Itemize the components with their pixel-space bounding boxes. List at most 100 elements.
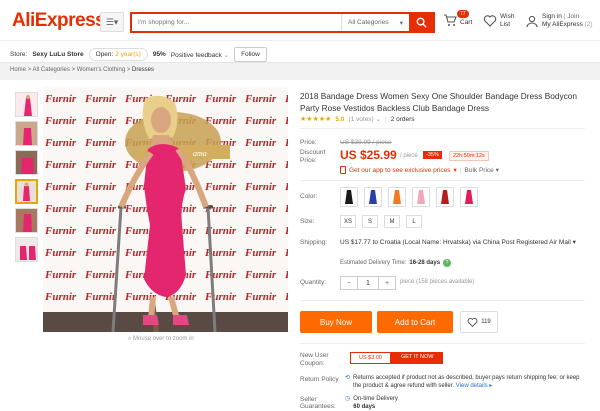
per-piece-label: / piece <box>400 153 418 159</box>
size-label: Size: <box>300 218 315 225</box>
breadcrumb-all-categories[interactable]: All Categories <box>33 67 70 73</box>
divider <box>300 128 585 129</box>
thumbnail-2[interactable] <box>15 121 38 146</box>
bulk-price-link[interactable]: Bulk Price ▾ <box>465 166 499 174</box>
product-title: 2018 Bandage Dress Women Sexy One Should… <box>300 91 578 113</box>
quantity-input[interactable]: 1 <box>357 277 379 289</box>
heart-icon <box>467 317 478 327</box>
dress-swatch-icon <box>465 190 473 204</box>
user-icon <box>526 15 538 28</box>
app-promo-text: Get our app to see exclusive prices <box>349 166 451 174</box>
color-swatch-red[interactable] <box>436 187 454 207</box>
orders-count: 2 orders <box>390 115 415 123</box>
price-label: Price: <box>300 139 317 146</box>
size-option-m[interactable]: M <box>384 215 400 228</box>
store-bar: Store: Sexy LuLu Store Open: 2 year(s) 9… <box>10 47 267 62</box>
thumbnail-5[interactable] <box>15 208 38 233</box>
zoom-hint-text: Mouse over to zoom in <box>133 336 194 342</box>
search-bar: All Categories ▾ <box>130 12 435 33</box>
breadcrumb-womens-clothing[interactable]: Women's Clothing <box>77 67 125 73</box>
size-option-xs[interactable]: XS <box>340 215 356 228</box>
wish-label-line1: Wish <box>500 13 515 20</box>
feedback-link[interactable]: Positive feedback ⌄ <box>171 51 229 59</box>
view-details-link[interactable]: View details ▸ <box>456 383 493 389</box>
wish-list-link[interactable]: Wish List <box>483 13 514 29</box>
info-icon[interactable]: ? <box>443 259 452 267</box>
color-swatch-blue[interactable] <box>364 187 382 207</box>
size-option-s[interactable]: S <box>362 215 378 228</box>
logo-text: AliExpress <box>12 10 106 31</box>
cart-icon <box>444 14 457 26</box>
add-to-cart-button[interactable]: Add to Cart <box>377 311 453 333</box>
dress-swatch-icon <box>369 190 377 204</box>
store-open-badge: Open: 2 year(s) <box>88 48 148 61</box>
app-promo[interactable]: Get our app to see exclusive prices ▾ | … <box>340 166 499 174</box>
aliexpress-logo[interactable]: AliExpress® <box>12 10 110 32</box>
color-swatch-rose[interactable] <box>460 187 478 207</box>
color-swatch-pink[interactable] <box>412 187 430 207</box>
zoom-hint: ⌕ Mouse over to zoom in <box>128 336 194 343</box>
discount-badge: -35% <box>423 151 442 159</box>
color-swatch-orange[interactable] <box>388 187 406 207</box>
return-policy: ⟲ Returns accepted if product not as des… <box>345 374 585 390</box>
thumbnail-image <box>16 93 37 116</box>
search-input[interactable] <box>132 14 341 31</box>
quantity-label: Quantity: <box>300 279 327 286</box>
buy-now-button[interactable]: Buy Now <box>300 311 372 333</box>
shipping-info[interactable]: US $17.77 to Croatia (Local Name: Hrvats… <box>340 238 590 247</box>
countdown-timer: 22h:50m:12s <box>449 151 489 161</box>
get-coupon-button[interactable]: GET IT NOW <box>390 352 444 364</box>
votes-link[interactable]: (1 votes) ⌄ <box>348 115 381 123</box>
rating-row: ★★★★★ 5.0 (1 votes) ⌄ | 2 orders <box>300 115 415 124</box>
join-link[interactable]: Join <box>567 13 579 20</box>
thumbnail-image <box>16 122 37 145</box>
store-open-label: Open: <box>95 51 114 58</box>
search-icon <box>416 17 427 28</box>
guarantee-on-time: On-time Delivery <box>353 396 398 402</box>
dress-swatch-icon <box>345 190 353 204</box>
thumbnail-3[interactable] <box>15 150 38 175</box>
bulk-price-label: Bulk Price <box>464 167 494 174</box>
heart-icon <box>483 15 497 27</box>
main-product-image[interactable]: Furnir ama <box>43 87 288 332</box>
account-menu[interactable]: Sign in | Join My AliExpress (2) <box>525 13 593 29</box>
size-option-l[interactable]: L <box>406 215 422 228</box>
cart-link[interactable]: 77 Cart <box>443 10 472 27</box>
color-swatch-black[interactable] <box>340 187 358 207</box>
add-to-wishlist-button[interactable]: 119 <box>460 311 498 333</box>
discount-price: US $25.99 <box>340 148 397 162</box>
breadcrumb-home[interactable]: Home <box>10 67 26 73</box>
thumbnail-4-selected[interactable] <box>15 179 38 204</box>
thumbnail-1[interactable] <box>15 92 38 117</box>
mobile-phone-icon <box>340 166 346 174</box>
chevron-down-icon: ▾ <box>453 167 457 174</box>
quantity-decrease-button[interactable]: − <box>341 277 357 289</box>
category-select-label: All Categories <box>348 19 389 26</box>
original-price: US $39.99 / piece <box>340 139 392 146</box>
thumbnail-image <box>17 181 36 202</box>
banner-text: ama <box>193 149 207 158</box>
dress-swatch-icon <box>417 190 425 204</box>
store-name-link[interactable]: Sexy LuLu Store <box>32 51 83 58</box>
thumbnail-6[interactable] <box>15 237 38 262</box>
category-select[interactable]: All Categories ▾ <box>341 14 409 31</box>
store-years: 2 year(s) <box>115 51 141 58</box>
star-rating: ★★★★★ <box>300 116 332 123</box>
votes-count: (1 votes) <box>348 116 374 123</box>
sign-in-link[interactable]: Sign in <box>542 13 562 20</box>
follow-button[interactable]: Follow <box>234 47 267 62</box>
header-divider <box>0 40 600 41</box>
breadcrumb-dresses: Dresses <box>132 67 155 73</box>
breadcrumb: Home > All Categories > Women's Clothing… <box>10 67 154 73</box>
seller-guarantees-label: Seller Guarantees: <box>300 396 336 410</box>
magnifier-icon: ⌕ <box>128 336 132 342</box>
new-user-coupon: US $3.00 GET IT NOW <box>350 352 444 364</box>
cart-count-badge: 77 <box>457 10 469 18</box>
feedback-percent: 95% <box>152 51 166 58</box>
search-button[interactable] <box>409 14 433 31</box>
divider <box>300 300 585 301</box>
quantity-increase-button[interactable]: + <box>379 277 395 289</box>
category-menu-button[interactable]: ☰▾ <box>100 12 124 32</box>
my-aliexpress-link[interactable]: My AliExpress <box>542 21 583 28</box>
availability: piece (158 pieces available) <box>400 279 475 285</box>
